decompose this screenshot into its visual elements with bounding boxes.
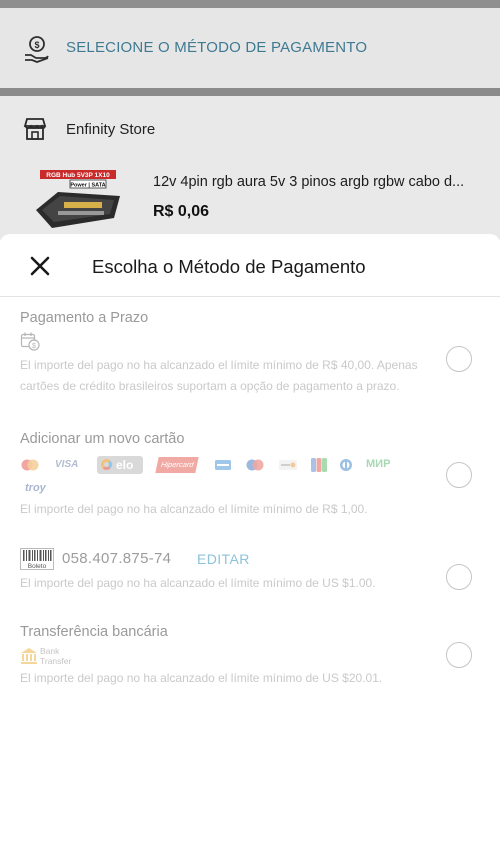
payment-method-header[interactable]: $ SELECIONE O MÉTODO DE PAGAMENTO xyxy=(0,8,500,88)
diners-icon xyxy=(340,459,352,471)
thumb-label-1: RGB Hub 5V3P 1X10 xyxy=(46,172,110,179)
option-bank-transfer-note: El importe del pago no ha alcanzado el l… xyxy=(20,671,383,685)
mir-logo: МИР xyxy=(366,458,391,470)
option-bank-transfer[interactable]: Transferência bancária Bank Transfer El … xyxy=(0,617,500,697)
close-icon[interactable] xyxy=(26,252,54,280)
option-new-card-title: Adicionar um novo cartão xyxy=(20,431,185,447)
hipercard-logo: Hipercard xyxy=(155,457,199,473)
barcode-icon: Boleto xyxy=(20,548,54,570)
edit-document-link[interactable]: EDITAR xyxy=(197,551,250,567)
option-new-card-note: El importe del pago no ha alcanzado el l… xyxy=(20,502,368,516)
jcb-icon xyxy=(311,458,327,472)
elo-ring-icon xyxy=(101,459,112,470)
product-title[interactable]: 12v 4pin rgb aura 5v 3 pinos argb rgbw c… xyxy=(153,174,483,190)
product-thumbnail[interactable]: RGB Hub 5V3P 1X10 Power | SATA xyxy=(28,166,124,236)
option-new-card-radio[interactable] xyxy=(446,462,472,488)
payment-method-header-label: SELECIONE O MÉTODO DE PAGAMENTO xyxy=(66,39,368,56)
bank-icon xyxy=(21,648,37,664)
sheet-title: Escolha o Método de Pagamento xyxy=(92,256,366,277)
option-boleto-radio[interactable] xyxy=(446,564,472,590)
option-installments-radio[interactable] xyxy=(446,346,472,372)
thumb-label-2: Power | SATA xyxy=(70,183,105,189)
elo-logo: elo xyxy=(97,456,143,474)
option-bank-transfer-radio[interactable] xyxy=(446,642,472,668)
troy-logo: troy xyxy=(25,482,46,494)
option-installments[interactable]: Pagamento a Prazo $ El importe del pago … xyxy=(0,297,500,417)
option-installments-title: Pagamento a Prazo xyxy=(20,310,149,326)
card-brands: VISA elo Hipercard МИР troy xyxy=(20,456,420,502)
svg-text:$: $ xyxy=(32,343,36,350)
discover-icon xyxy=(279,460,297,470)
svg-text:$: $ xyxy=(34,40,39,50)
boleto-document-number: 058.407.875-74 xyxy=(62,550,172,567)
option-boleto[interactable]: Boleto 058.407.875-74 EDITAR El importe … xyxy=(0,540,500,600)
boleto-label: Boleto xyxy=(28,563,47,570)
sheet-header: Escolha o Método de Pagamento xyxy=(0,234,500,297)
store-section: Enfinity Store RGB Hub 5V3P 1X10 Power |… xyxy=(0,96,500,240)
bank-transfer-label: Bank Transfer xyxy=(40,646,72,666)
calendar-money-icon: $ xyxy=(20,332,40,351)
background-page: $ SELECIONE O MÉTODO DE PAGAMENTO Enfini… xyxy=(0,0,500,240)
top-strip xyxy=(0,0,500,8)
store-name: Enfinity Store xyxy=(66,121,156,138)
option-new-card[interactable]: Adicionar um novo cartão VISA elo Hiperc… xyxy=(0,424,500,524)
visa-logo: VISA xyxy=(55,459,79,470)
payment-method-sheet: Escolha o Método de Pagamento Pagamento … xyxy=(0,234,500,849)
maestro-icon xyxy=(246,459,264,471)
option-boleto-note: El importe del pago no ha alcanzado el l… xyxy=(20,576,376,590)
hand-money-icon: $ xyxy=(25,36,49,63)
product-price: R$ 0,06 xyxy=(153,203,210,220)
store-icon xyxy=(23,118,47,140)
option-installments-note: El importe del pago no ha alcanzado el l… xyxy=(20,358,418,393)
amex-icon xyxy=(215,460,231,470)
option-bank-transfer-title: Transferência bancária xyxy=(20,624,168,640)
mastercard-icon xyxy=(21,459,39,471)
section-divider xyxy=(0,88,500,96)
